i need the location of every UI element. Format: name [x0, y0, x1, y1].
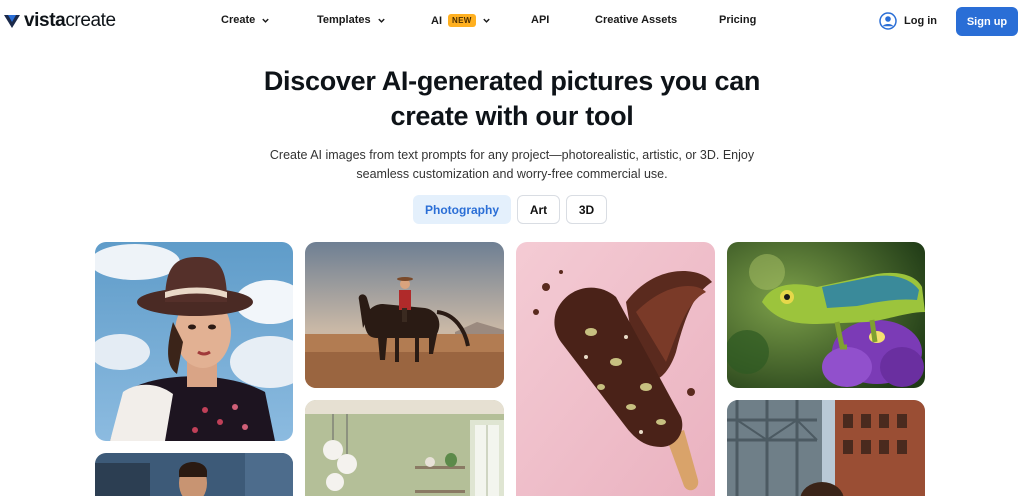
- nav-pricing-label: Pricing: [719, 14, 757, 26]
- new-badge: NEW: [448, 14, 476, 27]
- page-subtitle: Create AI images from text prompts for a…: [250, 146, 774, 184]
- tab-art[interactable]: Art: [517, 195, 560, 224]
- nav-create[interactable]: Create: [221, 14, 270, 26]
- woman-hat-image: [95, 242, 293, 441]
- ice-cream-image: [516, 242, 715, 496]
- chameleon-image: [727, 242, 925, 388]
- page-subtitle-line-1: Create AI images from text prompts for a…: [269, 148, 755, 162]
- gallery-image-woman-hat[interactable]: [95, 242, 293, 441]
- nav-creative-assets-label: Creative Assets: [595, 14, 678, 26]
- nav-templates[interactable]: Templates: [317, 14, 386, 26]
- site-header: vistacreate Create Templates AI NEW API …: [0, 0, 1024, 44]
- page-subtitle-line-2: seamless customization and worry-free co…: [356, 167, 668, 181]
- signup-button[interactable]: Sign up: [956, 7, 1018, 36]
- interior-image: [305, 400, 504, 496]
- nav-api[interactable]: API: [531, 14, 549, 26]
- user-account-icon: [879, 12, 897, 30]
- gallery-image-ice-cream[interactable]: [516, 242, 715, 496]
- page-title: Discover AI-generated pictures you can c…: [0, 64, 1024, 134]
- tab-3d[interactable]: 3D: [566, 195, 607, 224]
- nav-ai-label: AI: [431, 14, 442, 27]
- city-street-image: [727, 400, 925, 496]
- nav-ai[interactable]: AI NEW: [431, 14, 491, 27]
- category-tabs: Photography Art 3D: [0, 195, 1024, 225]
- vistacreate-logo-icon: [4, 15, 20, 28]
- gallery-image-city-street[interactable]: [727, 400, 925, 496]
- nav-pricing[interactable]: Pricing: [719, 14, 756, 26]
- login-label: Log in: [904, 15, 937, 27]
- brand-name: vistacreate: [24, 10, 116, 31]
- chevron-down-icon: [482, 18, 490, 23]
- nav-create-label: Create: [221, 14, 256, 26]
- nav-templates-label: Templates: [317, 14, 371, 26]
- login-link[interactable]: Log in: [879, 12, 937, 30]
- gallery-image-interior[interactable]: [305, 400, 504, 496]
- horse-rider-image: [305, 242, 504, 388]
- nav-api-label: API: [531, 14, 550, 26]
- gallery-image-man-jacket[interactable]: [95, 453, 293, 496]
- man-jacket-image: [95, 453, 293, 496]
- brand-logo[interactable]: vistacreate: [4, 10, 116, 32]
- page-title-line-2: create with our tool: [390, 101, 634, 131]
- chevron-down-icon: [377, 18, 385, 23]
- gallery-image-chameleon[interactable]: [727, 242, 925, 388]
- chevron-down-icon: [262, 18, 269, 23]
- page-title-line-1: Discover AI-generated pictures you can: [263, 66, 761, 96]
- nav-creative-assets[interactable]: Creative Assets: [595, 14, 677, 26]
- tab-photography[interactable]: Photography: [413, 195, 511, 224]
- gallery-image-horse-rider[interactable]: [305, 242, 504, 388]
